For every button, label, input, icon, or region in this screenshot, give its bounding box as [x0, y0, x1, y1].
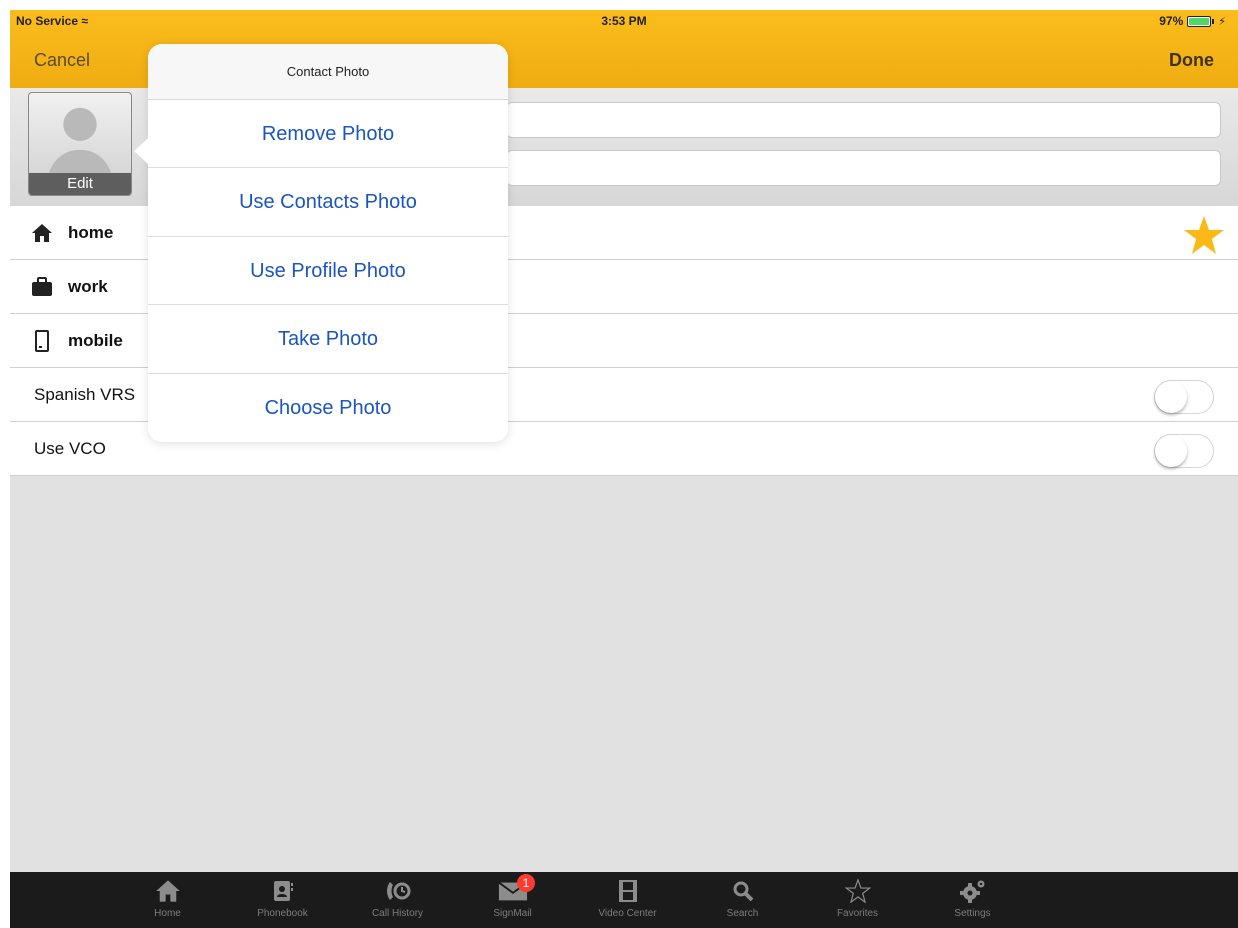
last-name-field[interactable] — [506, 150, 1221, 186]
contact-photo[interactable]: Edit — [28, 92, 132, 196]
call-history-icon — [383, 878, 413, 904]
search-icon — [728, 878, 758, 904]
edit-photo-label[interactable]: Edit — [29, 173, 131, 195]
battery-icon — [1187, 15, 1212, 27]
choose-photo-option[interactable]: Choose Photo — [148, 374, 508, 442]
tab-label: SignMail — [493, 908, 532, 919]
home-icon — [153, 878, 183, 904]
tab-label: Video Center — [598, 908, 657, 919]
use-vco-label: Use VCO — [34, 438, 106, 458]
tab-signmail[interactable]: 1 SignMail — [455, 872, 570, 928]
tab-label: Phonebook — [257, 908, 308, 919]
tab-phonebook[interactable]: Phonebook — [225, 872, 340, 928]
gear-icon — [958, 878, 988, 904]
home-icon — [30, 221, 54, 245]
first-name-field[interactable] — [506, 102, 1221, 138]
status-bar: No Service ≈ 3:53 PM 97% ⚡ — [10, 10, 1238, 32]
use-contacts-photo-option[interactable]: Use Contacts Photo — [148, 168, 508, 237]
tab-search[interactable]: Search — [685, 872, 800, 928]
take-photo-option[interactable]: Take Photo — [148, 305, 508, 374]
mobile-phone-icon — [30, 329, 54, 353]
favorite-star-icon[interactable] — [1182, 215, 1226, 260]
tab-label: Settings — [954, 908, 991, 919]
spanish-vrs-label: Spanish VRS — [34, 384, 136, 404]
tab-home[interactable]: Home — [110, 872, 225, 928]
use-profile-photo-option[interactable]: Use Profile Photo — [148, 237, 508, 306]
row-label-mobile: mobile — [68, 330, 123, 350]
tab-label: Home — [154, 908, 181, 919]
popover-arrow — [134, 138, 148, 164]
row-label-work: work — [68, 276, 108, 296]
tab-label: Search — [726, 908, 759, 919]
battery-percent: 97% — [1159, 14, 1184, 28]
clock-text: 3:53 PM — [601, 14, 647, 28]
phonebook-icon — [268, 878, 298, 904]
popover-title: Contact Photo — [148, 44, 508, 100]
contact-photo-popover: Contact Photo Remove Photo Use Contacts … — [148, 44, 508, 442]
tab-call-history[interactable]: Call History — [340, 872, 455, 928]
done-button[interactable]: Done — [1169, 50, 1214, 71]
star-outline-icon — [843, 878, 873, 904]
charging-icon: ⚡ — [1218, 15, 1226, 28]
spanish-vrs-toggle[interactable] — [1154, 380, 1214, 414]
tab-bar: Home Phonebook Call History 1 SignMail V… — [10, 872, 1238, 928]
screen: No Service ≈ 3:53 PM 97% ⚡ Cancel Done E… — [10, 10, 1238, 928]
battery-indicator: 97% ⚡ — [1159, 14, 1226, 28]
row-label-home: home — [68, 222, 114, 242]
tab-settings[interactable]: Settings — [915, 872, 1030, 928]
tab-favorites[interactable]: Favorites — [800, 872, 915, 928]
briefcase-icon — [30, 275, 54, 299]
signmail-badge: 1 — [517, 874, 535, 892]
tab-label: Favorites — [836, 908, 879, 919]
remove-photo-option[interactable]: Remove Photo — [148, 100, 508, 169]
tab-label: Call History — [371, 908, 424, 919]
tab-video-center[interactable]: Video Center — [570, 872, 685, 928]
use-vco-toggle[interactable] — [1154, 434, 1214, 468]
film-icon — [613, 878, 643, 904]
cancel-button[interactable]: Cancel — [34, 50, 90, 71]
